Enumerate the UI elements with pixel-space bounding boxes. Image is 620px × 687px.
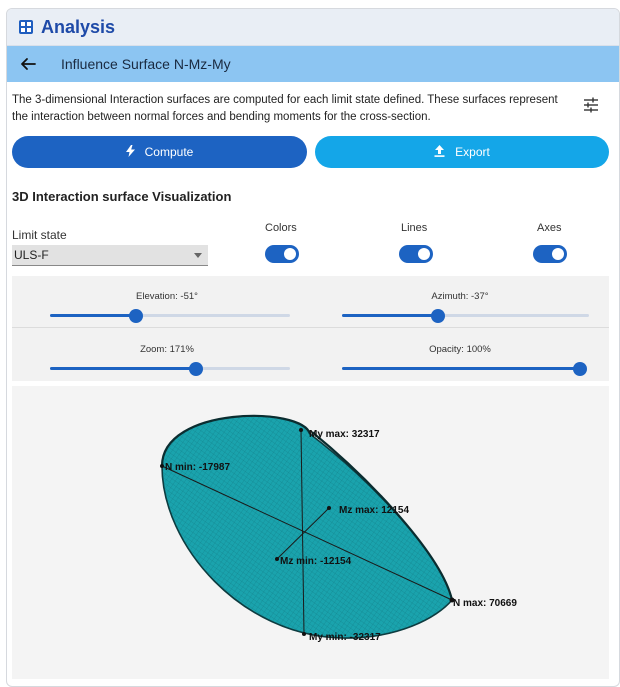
compute-button-label: Compute [144, 145, 194, 159]
arrow-left-icon [21, 58, 36, 70]
tune-sliders-icon [584, 97, 598, 113]
slider-fill [342, 314, 439, 317]
interaction-surface-viewport[interactable]: My max: 32317 N min: -17987 Mz max: 1215… [12, 386, 609, 679]
toggle-knob [418, 248, 430, 260]
back-button[interactable] [17, 53, 39, 75]
zoom-slider[interactable] [50, 361, 290, 376]
divider [12, 327, 609, 328]
n-min-label: N min: -17987 [165, 462, 230, 473]
axes-toggle[interactable] [533, 245, 567, 263]
slider-fill [342, 367, 580, 370]
toggle-knob [284, 248, 296, 260]
upload-icon [434, 144, 445, 160]
lines-toggle[interactable] [399, 245, 433, 263]
slider-thumb[interactable] [129, 308, 144, 323]
lightning-icon [125, 144, 135, 160]
elevation-label: Elevation: -51° [136, 291, 198, 302]
dashboard-grid-icon [19, 20, 33, 34]
limit-state-value: ULS-F [14, 248, 49, 262]
limit-state-label: Limit state [12, 228, 67, 242]
slider-thumb[interactable] [431, 308, 446, 323]
my-max-label: My max: 32317 [309, 429, 380, 440]
slider-fill [50, 367, 197, 370]
colors-toggle-label: Colors [265, 222, 297, 234]
zoom-label: Zoom: 171% [140, 344, 194, 355]
view-controls-panel: Elevation: -51° Azimuth: -37° Zoom: 171%… [12, 276, 609, 381]
opacity-slider[interactable] [342, 361, 587, 376]
title-bar: Analysis [7, 9, 619, 46]
page-header: Influence Surface N-Mz-My [7, 46, 619, 82]
section-title: 3D Interaction surface Visualization [12, 189, 232, 204]
axes-toggle-label: Axes [537, 222, 562, 234]
elevation-slider[interactable] [50, 308, 290, 323]
mz-max-label: Mz max: 12154 [339, 505, 409, 516]
colors-toggle[interactable] [265, 245, 299, 263]
azimuth-label: Azimuth: -37° [431, 291, 489, 302]
n-max-label: N max: 70669 [453, 598, 517, 609]
export-button[interactable]: Export [315, 136, 609, 168]
chevron-down-icon [194, 253, 202, 258]
slider-thumb[interactable] [573, 361, 587, 376]
interaction-surface-plot: My max: 32317 N min: -17987 Mz max: 1215… [160, 414, 517, 643]
mz-min-label: Mz min: -12154 [280, 556, 352, 567]
azimuth-slider[interactable] [342, 308, 589, 323]
limit-state-select[interactable]: ULS-F [12, 245, 208, 266]
app-title: Analysis [41, 16, 116, 37]
page-title: Influence Surface N-Mz-My [61, 56, 231, 72]
slider-fill [50, 314, 137, 317]
description-text: The 3-dimensional Interaction surfaces a… [12, 94, 558, 123]
lines-toggle-label: Lines [401, 222, 428, 234]
settings-button[interactable] [582, 96, 602, 116]
slider-thumb[interactable] [189, 361, 204, 376]
my-min-label: My min: -32317 [309, 632, 381, 643]
export-button-label: Export [455, 145, 490, 159]
compute-button[interactable]: Compute [12, 136, 307, 168]
toggle-knob [552, 248, 564, 260]
opacity-label: Opacity: 100% [429, 344, 491, 355]
